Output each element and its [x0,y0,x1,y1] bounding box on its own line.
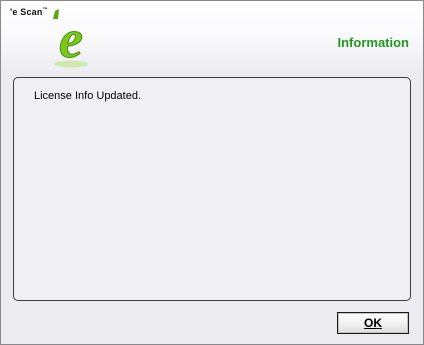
message-panel: License Info Updated. [13,77,411,301]
escan-logo-icon: e [53,9,88,69]
ok-button-label: OK [364,316,382,330]
dialog-title: Information [337,35,410,50]
brand-name-text: 'e Scan [10,7,43,17]
message-text: License Info Updated. [34,90,142,102]
dialog-header: 'e Scan™ e Information [1,1,423,71]
ok-button[interactable]: OK [337,312,409,334]
logo-letter: e [59,9,83,69]
